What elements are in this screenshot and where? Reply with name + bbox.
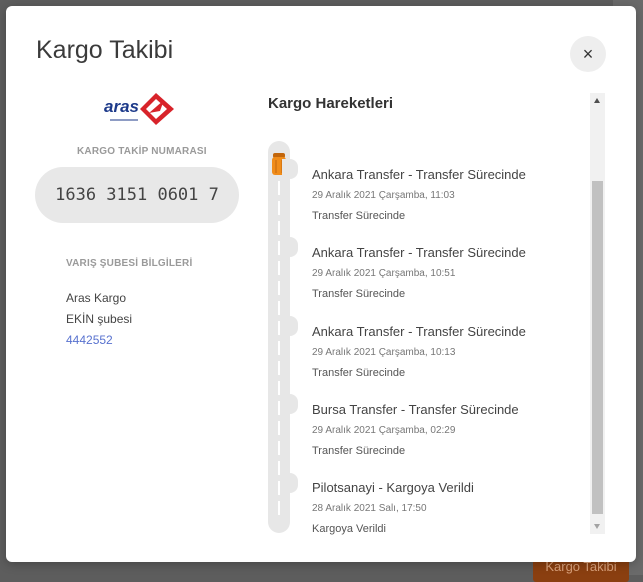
modal-title: Kargo Takibi	[36, 36, 174, 64]
scroll-thumb[interactable]	[592, 181, 603, 514]
timeline-node	[282, 473, 298, 493]
event-status: Transfer Sürecinde	[312, 367, 406, 379]
event-status: Kargoya Verildi	[312, 523, 386, 535]
company-name: Aras Kargo	[66, 291, 127, 305]
event-date: 29 Aralık 2021 Çarşamba, 02:29	[312, 425, 456, 436]
event-title: Ankara Transfer - Transfer Sürecinde	[312, 324, 526, 339]
event-status: Transfer Sürecinde	[312, 445, 406, 457]
cargo-tracking-modal: Kargo Takibi × aras KARGO TAKİP NUMARASI…	[6, 6, 636, 562]
event-title: Pilotsanayi - Kargoya Verildi	[312, 480, 474, 495]
timeline-node	[282, 237, 298, 257]
timeline-event: Ankara Transfer - Transfer Sürecinde 29 …	[312, 245, 526, 300]
event-status: Transfer Sürecinde	[312, 288, 406, 300]
event-date: 28 Aralık 2021 Salı, 17:50	[312, 503, 427, 514]
aras-logo: aras	[104, 93, 174, 125]
timeline-dashes	[278, 181, 280, 521]
timeline-node	[282, 316, 298, 336]
event-date: 29 Aralık 2021 Çarşamba, 11:03	[312, 190, 455, 201]
branch-info-label: VARIŞ ŞUBESİ BİLGİLERİ	[66, 258, 193, 269]
timeline-node	[282, 159, 298, 179]
scroll-down-icon[interactable]	[594, 524, 600, 529]
timeline-node	[282, 394, 298, 414]
timeline-event: Pilotsanayi - Kargoya Verildi 28 Aralık …	[312, 480, 474, 535]
close-button[interactable]: ×	[570, 36, 606, 72]
tracking-number: 1636 3151 0601 7	[35, 167, 239, 223]
timeline-event: Ankara Transfer - Transfer Sürecinde 29 …	[312, 167, 526, 222]
svg-text:aras: aras	[104, 97, 139, 116]
event-date: 29 Aralık 2021 Çarşamba, 10:51	[312, 268, 456, 279]
event-title: Ankara Transfer - Transfer Sürecinde	[312, 167, 526, 182]
tracking-number-label: KARGO TAKİP NUMARASI	[77, 146, 207, 157]
branch-phone-link[interactable]: 4442552	[66, 333, 113, 347]
event-status: Transfer Sürecinde	[312, 210, 406, 222]
event-title: Ankara Transfer - Transfer Sürecinde	[312, 245, 526, 260]
timeline-event: Ankara Transfer - Transfer Sürecinde 29 …	[312, 324, 526, 379]
branch-name: EKİN şubesi	[66, 312, 133, 326]
movements-scrollbar[interactable]	[590, 93, 605, 534]
scroll-up-icon[interactable]	[594, 98, 600, 103]
close-icon: ×	[582, 44, 594, 64]
movements-title: Kargo Hareketleri	[268, 95, 394, 112]
timeline-event: Bursa Transfer - Transfer Sürecinde 29 A…	[312, 402, 519, 457]
event-date: 29 Aralık 2021 Çarşamba, 10:13	[312, 347, 456, 358]
movements-timeline: Ankara Transfer - Transfer Sürecinde 29 …	[268, 141, 590, 536]
event-title: Bursa Transfer - Transfer Sürecinde	[312, 402, 519, 417]
